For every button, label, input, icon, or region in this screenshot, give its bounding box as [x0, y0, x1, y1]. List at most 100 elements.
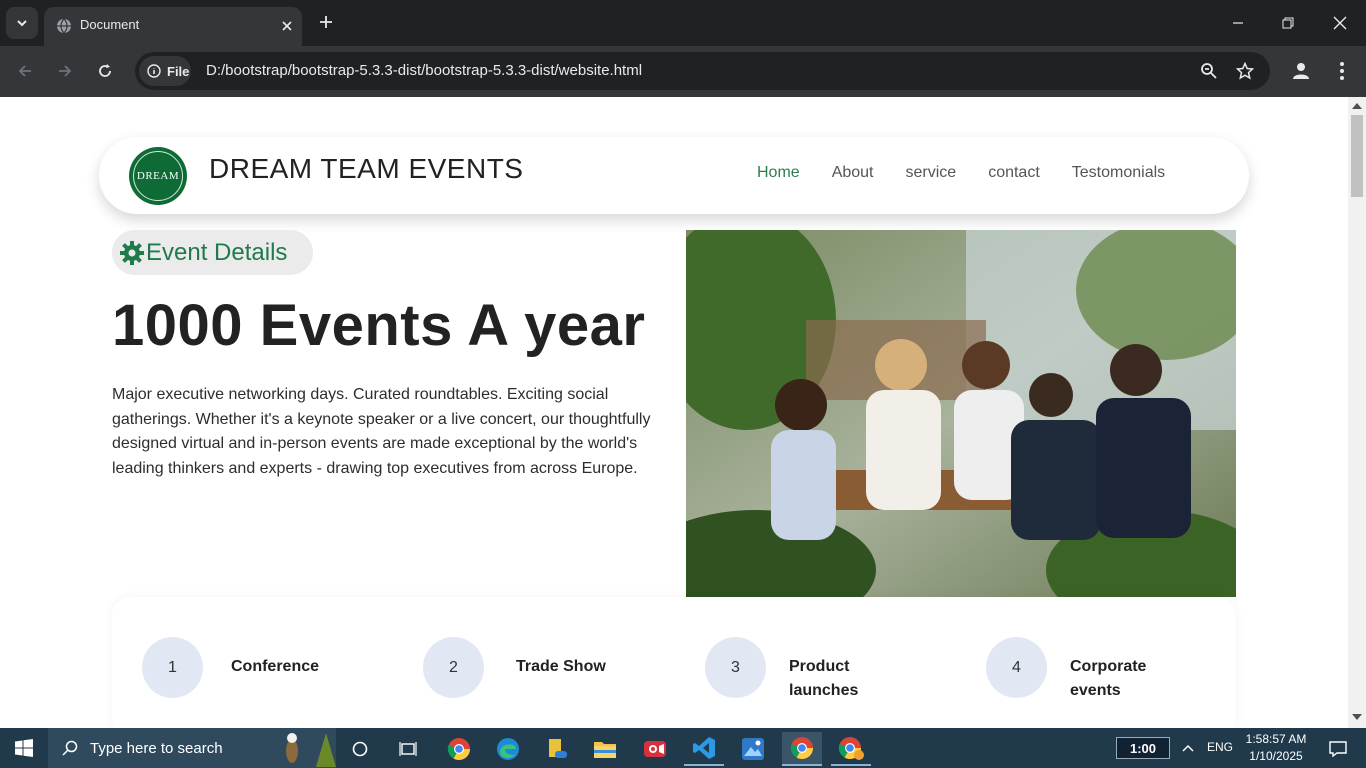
page-scrollbar[interactable]: [1348, 97, 1366, 728]
file-explorer-cloud-icon: [549, 739, 567, 758]
windows-taskbar: Type here to search 1:00 ENG 1:58:57 AM …: [0, 728, 1366, 768]
card-number: 1: [142, 637, 203, 698]
reload-button[interactable]: [92, 58, 118, 84]
hero-description: Major executive networking days. Curated…: [112, 386, 651, 477]
nav-contact[interactable]: contact: [988, 164, 1040, 182]
arrow-left-icon: [18, 65, 31, 77]
nav-about[interactable]: About: [832, 164, 874, 182]
new-tab-button[interactable]: [314, 10, 338, 34]
vscode-icon: [693, 737, 715, 759]
site-info-label: File: [167, 63, 190, 79]
hero-headline: 1000 Events A year: [112, 293, 646, 358]
photos-icon: [742, 738, 764, 760]
start-button[interactable]: [0, 728, 48, 768]
cortana-button[interactable]: [340, 732, 380, 766]
profile-icon: [1293, 63, 1309, 79]
chrome-profile-icon: [838, 737, 864, 760]
event-type-cards: 1 Conference 2 Trade Show 3 Product laun…: [112, 597, 1236, 728]
browser-menu-button[interactable]: [1329, 58, 1355, 84]
clock-date: 1/10/2025: [1249, 749, 1303, 763]
card-label: Trade Show: [516, 658, 606, 675]
taskbar-photos[interactable]: [733, 732, 773, 766]
tray-timer-badge[interactable]: 1:00: [1116, 737, 1170, 759]
site-logo[interactable]: DREAM: [129, 147, 187, 205]
task-view-icon: [399, 742, 417, 756]
cortana-icon: [352, 741, 368, 757]
bookmark-button[interactable]: [1234, 60, 1256, 82]
tab-search-button[interactable]: [6, 7, 38, 39]
profile-button[interactable]: [1288, 58, 1314, 84]
search-placeholder: Type here to search: [90, 739, 223, 757]
plus-icon: [320, 16, 332, 28]
chrome-icon: [790, 737, 813, 759]
language-indicator[interactable]: ENG: [1207, 740, 1233, 754]
globe-icon: [57, 18, 71, 34]
star-icon: [1236, 62, 1254, 80]
taskbar-vscode[interactable]: [684, 732, 724, 766]
card-label: Corporate events: [1070, 658, 1147, 699]
taskbar-clock[interactable]: 1:58:57 AM 1/10/2025: [1236, 731, 1316, 765]
taskbar-chrome-active[interactable]: [782, 732, 822, 766]
forward-button[interactable]: [52, 58, 78, 84]
restore-icon: [1282, 17, 1294, 29]
site-brand[interactable]: DREAM TEAM EVENTS: [209, 153, 523, 185]
minimize-button[interactable]: [1223, 8, 1253, 38]
taskbar-chrome-profile[interactable]: [831, 732, 871, 766]
restore-button[interactable]: [1273, 8, 1303, 38]
gear-icon: [120, 240, 144, 265]
badge-label: Event Details: [146, 238, 288, 266]
card-label: Conference: [231, 658, 320, 675]
info-icon: [147, 64, 161, 78]
tab-title: Document: [80, 17, 140, 32]
card-number: 4: [986, 637, 1047, 698]
notification-center-button[interactable]: [1318, 732, 1358, 766]
browser-toolbar: File D:/bootstrap/bootstrap-5.3.3-dist/b…: [0, 46, 1366, 97]
video-recorder-icon: [644, 741, 666, 757]
taskbar-app-cloud[interactable]: [537, 732, 577, 766]
minimize-icon: [1233, 22, 1243, 24]
address-bar[interactable]: File D:/bootstrap/bootstrap-5.3.3-dist/b…: [135, 52, 1270, 90]
folder-icon: [594, 742, 616, 758]
nav-service[interactable]: service: [906, 164, 957, 182]
site-menu: Home About service contact Testomonials: [757, 164, 1165, 182]
tab-close-icon[interactable]: [277, 16, 297, 36]
more-vertical-icon: [1340, 62, 1344, 80]
event-details-badge: Event Details: [112, 230, 313, 275]
taskbar-edge[interactable]: [488, 732, 528, 766]
nav-home[interactable]: Home: [757, 164, 800, 182]
taskbar-camera-app[interactable]: [635, 732, 675, 766]
notification-icon: [1329, 741, 1347, 758]
chevron-up-icon: [1182, 744, 1194, 752]
card-label: Product launches: [789, 658, 859, 699]
card-number: 2: [423, 637, 484, 698]
scroll-down-arrow[interactable]: [1352, 714, 1362, 720]
taskbar-search[interactable]: Type here to search: [48, 728, 336, 768]
card-number: 3: [705, 637, 766, 698]
task-view-button[interactable]: [388, 732, 428, 766]
search-icon: [62, 740, 78, 756]
browser-tab-strip: Document: [0, 0, 1366, 46]
reload-icon: [99, 64, 111, 77]
arrow-right-icon: [59, 65, 72, 77]
chevron-down-icon: [17, 20, 27, 27]
nav-testimonials[interactable]: Testomonials: [1072, 164, 1165, 182]
scroll-thumb[interactable]: [1351, 115, 1363, 197]
close-window-button[interactable]: [1325, 8, 1355, 38]
clock-time: 1:58:57 AM: [1245, 732, 1307, 746]
browser-tab[interactable]: Document: [44, 7, 302, 46]
back-button[interactable]: [12, 58, 38, 84]
taskbar-chrome[interactable]: [439, 732, 479, 766]
edge-icon: [497, 738, 519, 760]
page-viewport: DREAM DREAM TEAM EVENTS Home About servi…: [0, 97, 1348, 728]
event-photo: [686, 230, 1236, 597]
site-info-chip[interactable]: File: [139, 56, 191, 86]
scroll-up-arrow[interactable]: [1352, 103, 1362, 109]
url-text[interactable]: D:/bootstrap/bootstrap-5.3.3-dist/bootst…: [206, 62, 642, 79]
zoom-button[interactable]: [1198, 60, 1220, 82]
windows-icon: [15, 739, 33, 757]
logo-text: DREAM: [136, 170, 180, 182]
tray-overflow-button[interactable]: [1176, 732, 1200, 766]
search-highlight-icon: [286, 733, 336, 767]
close-icon: [1333, 16, 1347, 30]
taskbar-file-explorer[interactable]: [585, 732, 625, 766]
